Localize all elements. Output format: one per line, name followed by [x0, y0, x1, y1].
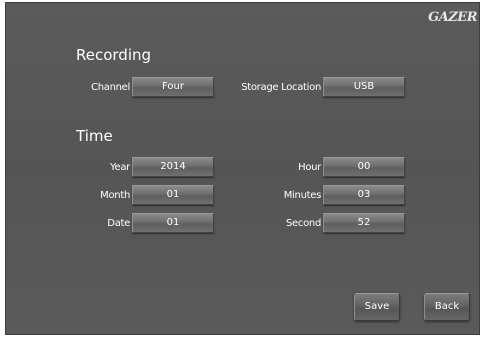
date-label: Date: [107, 218, 130, 229]
channel-label: Channel: [91, 82, 130, 93]
recording-title: Recording: [76, 46, 152, 64]
second-field[interactable]: 52: [323, 213, 405, 233]
time-title: Time: [76, 127, 113, 145]
settings-screen: GAZER Recording Channel Four Storage Loc…: [5, 2, 480, 335]
channel-field[interactable]: Four: [132, 77, 214, 97]
date-field[interactable]: 01: [132, 213, 214, 233]
save-button[interactable]: Save: [354, 293, 400, 321]
storage-location-field[interactable]: USB: [323, 77, 405, 97]
minutes-field[interactable]: 03: [323, 185, 405, 205]
storage-location-label: Storage Location: [241, 82, 321, 93]
month-label: Month: [100, 190, 130, 201]
minutes-label: Minutes: [283, 190, 322, 201]
hour-label: Hour: [298, 162, 321, 173]
hour-field[interactable]: 00: [323, 157, 405, 177]
year-field[interactable]: 2014: [132, 157, 214, 177]
back-button[interactable]: Back: [424, 293, 470, 321]
brand-logo: GAZER: [428, 10, 477, 25]
month-field[interactable]: 01: [132, 185, 214, 205]
year-label: Year: [110, 162, 130, 173]
second-label: Second: [285, 218, 321, 229]
